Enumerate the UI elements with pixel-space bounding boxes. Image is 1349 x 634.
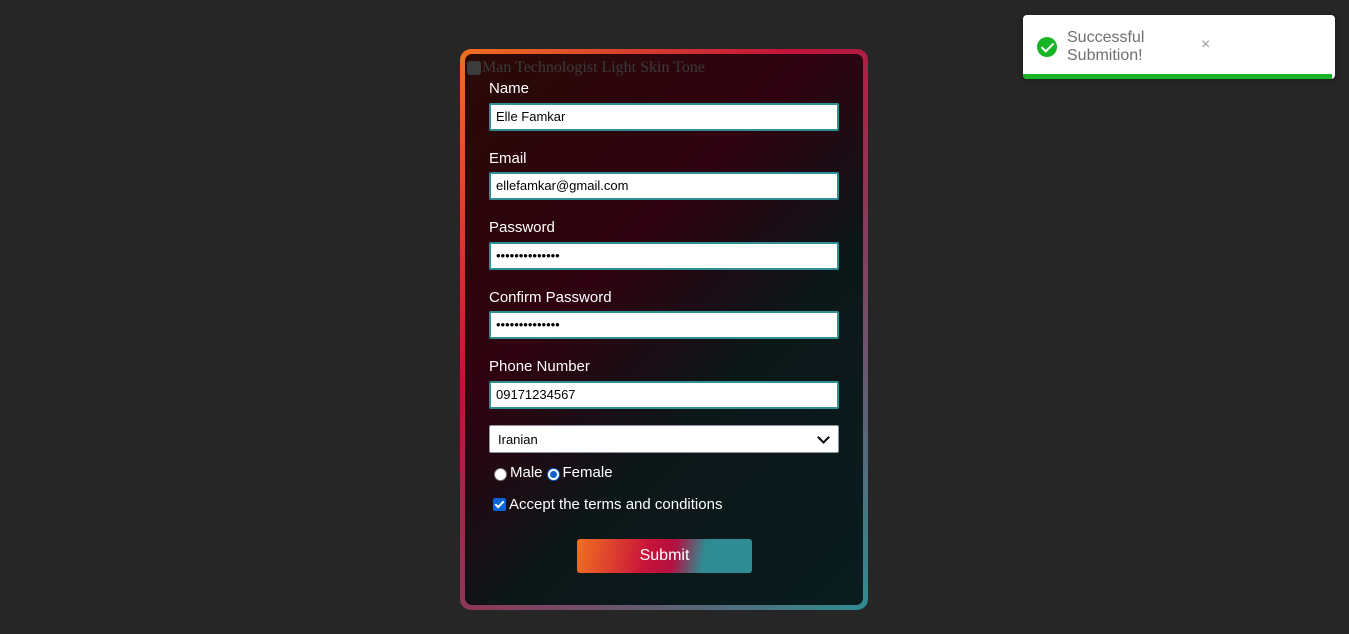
close-icon[interactable]: × <box>1201 37 1210 53</box>
name-label: Name <box>489 80 530 97</box>
chevron-down-icon <box>817 430 830 444</box>
check-circle-icon <box>1037 37 1057 57</box>
email-input[interactable]: ellefamkar@gmail.com <box>489 172 839 200</box>
password-label: Password <box>489 219 555 236</box>
terms-row: Accept the terms and conditions <box>493 496 722 513</box>
signup-form-frame: Man Technologist Light Skin Tone Name El… <box>460 49 868 610</box>
email-label: Email <box>489 150 527 167</box>
nationality-selected-value: Iranian <box>498 431 538 447</box>
gender-label-female: Female <box>562 464 613 481</box>
phone-label: Phone Number <box>489 358 590 375</box>
gender-radio-group: Male Female <box>494 464 613 481</box>
confirm-password-label: Confirm Password <box>489 289 612 306</box>
gender-radio-male[interactable] <box>494 468 507 481</box>
toast-progress-bar <box>1023 74 1332 79</box>
terms-checkbox[interactable] <box>493 498 506 511</box>
toast-message: Successful Submition! <box>1067 29 1145 64</box>
password-input[interactable]: •••••••••••••• <box>489 242 839 270</box>
nationality-select[interactable]: Iranian <box>489 425 839 453</box>
success-toast: Successful Submition! × <box>1023 15 1335 79</box>
avatar-image: Man Technologist Light Skin Tone <box>467 59 705 77</box>
signup-form: Man Technologist Light Skin Tone Name El… <box>465 54 863 605</box>
name-input[interactable]: Elle Famkar <box>489 103 839 131</box>
gender-radio-female[interactable] <box>546 468 560 481</box>
phone-input[interactable]: 09171234567 <box>489 381 839 409</box>
submit-button[interactable]: Submit <box>577 539 752 573</box>
broken-image-icon <box>467 61 481 75</box>
confirm-password-input[interactable]: •••••••••••••• <box>489 311 839 339</box>
gender-label-male: Male <box>510 464 543 481</box>
avatar-image-alt-text: Man Technologist Light Skin Tone <box>482 59 705 76</box>
terms-label: Accept the terms and conditions <box>509 496 723 513</box>
